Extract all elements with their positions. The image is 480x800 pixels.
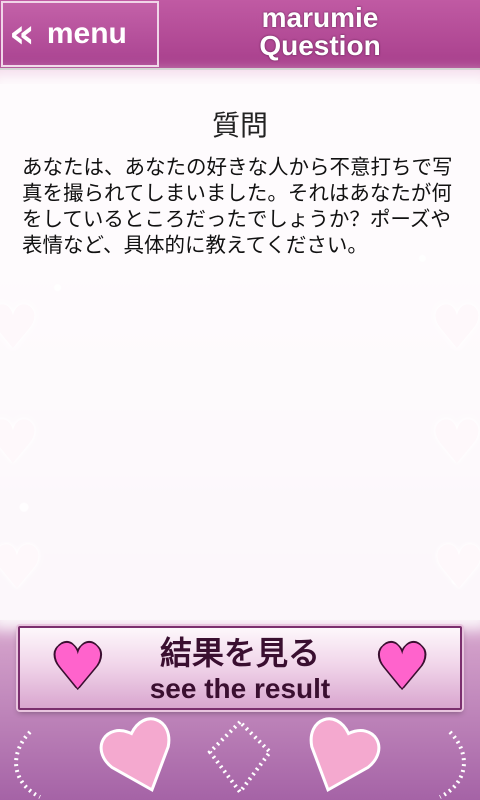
menu-button-label: menu — [46, 17, 127, 50]
heart-decoration-icon — [99, 717, 171, 793]
app-title-line1: marumie — [261, 2, 379, 33]
menu-button[interactable]: « menu — [1, 1, 159, 67]
double-chevron-left-icon: « — [9, 11, 35, 57]
see-result-label-en: see the result — [149, 673, 331, 704]
question-card: 質問 あなたは、あなたの好きな人から不意打ちで写真を撮られてしまいました。それは… — [0, 84, 480, 620]
question-text: あなたは、あなたの好きな人から不意打ちで写真を撮られてしまいました。それはあなた… — [22, 155, 453, 257]
question-heading: 質問 — [211, 109, 268, 142]
bottom-heart-decoration — [14, 717, 466, 799]
heart-decoration-icon — [309, 717, 381, 793]
app-header: « menu marumie Question — [0, 0, 480, 70]
see-result-label-jp: 結果を見る — [159, 634, 320, 672]
app-title-line2: Question — [259, 30, 381, 61]
app-title: marumie Question — [160, 4, 480, 60]
see-result-button[interactable]: ♥ ♥ 結果を見る see the result — [18, 626, 462, 710]
